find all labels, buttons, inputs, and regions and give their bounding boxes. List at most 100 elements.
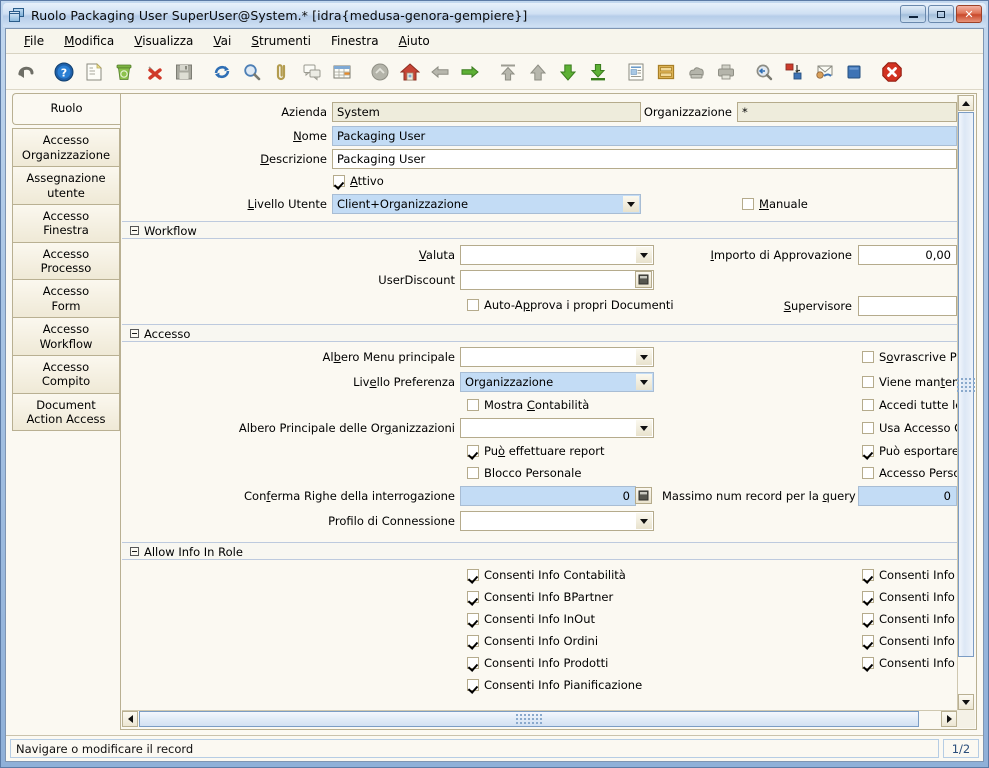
- chevron-down-icon[interactable]: [636, 420, 652, 436]
- delete-icon[interactable]: [110, 58, 138, 86]
- chevron-down-icon[interactable]: [636, 513, 652, 529]
- collapse-icon[interactable]: [130, 329, 139, 338]
- checkbox-blocco-personale[interactable]: Blocco Personale: [467, 466, 581, 480]
- checkbox-puo-esportare[interactable]: Può esportare: [862, 444, 957, 458]
- undo-icon[interactable]: [12, 58, 40, 86]
- refresh-icon[interactable]: [208, 58, 236, 86]
- print-preview-icon[interactable]: [682, 58, 710, 86]
- field-albero-menu[interactable]: [460, 347, 654, 367]
- help-icon[interactable]: ?: [50, 58, 78, 86]
- scroll-right-button[interactable]: [941, 711, 957, 727]
- next-record-icon[interactable]: [554, 58, 582, 86]
- checkbox-auto-approva[interactable]: Auto-Approva i propri Documenti: [467, 298, 674, 312]
- checkbox-consenti-info-risorse[interactable]: Consenti Info Risorse: [862, 656, 957, 670]
- group-header-accesso[interactable]: Accesso: [122, 324, 957, 342]
- sidebar-tab-ruolo[interactable]: Ruolo: [12, 93, 120, 126]
- menu-visualizza[interactable]: Visualizza: [124, 31, 203, 51]
- menu-file[interactable]: File: [14, 31, 54, 51]
- collapse-icon[interactable]: [130, 226, 139, 235]
- sidebar-tab-accesso-processo[interactable]: Accesso Processo: [12, 241, 120, 280]
- checkbox-attivo[interactable]: Attivo: [333, 174, 384, 188]
- close-button[interactable]: ✕: [956, 5, 982, 23]
- find-icon[interactable]: [238, 58, 266, 86]
- field-organizzazione[interactable]: *: [737, 102, 957, 122]
- field-descrizione[interactable]: Packaging User: [332, 149, 957, 169]
- checkbox-consenti-info-bpartner[interactable]: Consenti Info BPartner: [467, 590, 613, 604]
- lookup-button[interactable]: [635, 271, 652, 288]
- checkbox-consenti-info-inout[interactable]: Consenti Info InOut: [467, 612, 595, 626]
- sidebar-tab-accesso-workflow[interactable]: Accesso Workflow: [12, 317, 120, 355]
- checkbox-usa-accesso-organizzazione[interactable]: Usa Accesso Organizzazione dell'Uter: [862, 421, 957, 435]
- save-icon[interactable]: [170, 58, 198, 86]
- checkbox-accesso-personale[interactable]: Accesso Personale: [862, 466, 957, 480]
- checkbox-puo-effettuare-report[interactable]: Può effettuare report: [467, 444, 605, 458]
- checkbox-consenti-info-asset[interactable]: Consenti Info Asset: [862, 568, 957, 582]
- chevron-down-icon[interactable]: [636, 349, 652, 365]
- checkbox-consenti-info-prodotti[interactable]: Consenti Info Prodotti: [467, 656, 608, 670]
- field-importo-approvazione[interactable]: 0,00: [858, 245, 957, 265]
- chevron-down-icon[interactable]: [636, 374, 652, 390]
- previous-record-icon[interactable]: [524, 58, 552, 86]
- field-livello-preferenza[interactable]: Organizzazione: [460, 372, 654, 392]
- home-icon[interactable]: [396, 58, 424, 86]
- field-livello-utente[interactable]: Client+Organizzazione: [332, 194, 641, 214]
- form-horizontal-scrollbar[interactable]: [122, 710, 957, 728]
- field-supervisore[interactable]: [858, 296, 957, 316]
- checkbox-log-modifiche[interactable]: Viene mantenuto il Log delle modifich: [862, 375, 957, 389]
- checkbox-sovrascrive-prezzo-limite[interactable]: Sovrascrive Prezzo Limite: [862, 350, 957, 364]
- checkbox-consenti-info-contabilita[interactable]: Consenti Info Contabilità: [467, 568, 626, 582]
- maximize-button[interactable]: [928, 5, 954, 23]
- field-massimo-num-record[interactable]: 0: [858, 486, 957, 506]
- calculator-button[interactable]: [635, 487, 652, 504]
- scroll-up-button[interactable]: [958, 95, 974, 111]
- active-workflow-icon[interactable]: [780, 58, 808, 86]
- arrow-left-icon[interactable]: [426, 58, 454, 86]
- chevron-down-icon[interactable]: [623, 196, 639, 212]
- vertical-scroll-thumb[interactable]: [957, 112, 975, 657]
- sidebar-tab-accesso-finestra[interactable]: Accesso Finestra: [12, 203, 120, 242]
- menu-modifica[interactable]: Modifica: [54, 31, 124, 51]
- checkbox-consenti-info-pagamenti[interactable]: Consenti Info Pagamenti: [862, 634, 957, 648]
- request-icon[interactable]: [810, 58, 838, 86]
- attachment-icon[interactable]: [268, 58, 296, 86]
- field-userdiscount[interactable]: [460, 270, 654, 290]
- exit-icon[interactable]: [878, 58, 906, 86]
- collapse-icon[interactable]: [130, 547, 139, 556]
- new-record-icon[interactable]: [80, 58, 108, 86]
- sidebar-tab-accesso-form[interactable]: Accesso Form: [12, 279, 120, 318]
- sidebar-tab-document-action-access[interactable]: Document Action Access: [12, 392, 120, 432]
- print-icon[interactable]: [712, 58, 740, 86]
- checkbox-accedi-tutte-organizzazioni[interactable]: Accedi tutte le Organizzazioni: [862, 398, 957, 412]
- sidebar-tab-assegnazione-utente[interactable]: Assegnazione utente: [12, 166, 120, 204]
- field-albero-principale[interactable]: [460, 418, 654, 438]
- sidebar-tab-accesso-compito[interactable]: Accesso Compito: [12, 354, 120, 393]
- checkbox-consenti-info-giornale-cassa[interactable]: Consenti Info Giornale Cassa: [862, 590, 957, 604]
- chevron-down-icon[interactable]: [636, 247, 652, 263]
- checkbox-consenti-info-fatture[interactable]: Consenti Info Fatture: [862, 612, 957, 626]
- field-conferma-righe[interactable]: 0: [460, 486, 636, 506]
- first-record-icon[interactable]: [494, 58, 522, 86]
- chat-icon[interactable]: [298, 58, 326, 86]
- report-icon[interactable]: [622, 58, 650, 86]
- field-nome[interactable]: Packaging User: [332, 126, 957, 146]
- field-valuta[interactable]: [460, 245, 654, 265]
- scroll-down-button[interactable]: [958, 694, 974, 710]
- checkbox-manuale[interactable]: Manuale: [742, 197, 808, 211]
- group-header-allow-info-in-role[interactable]: Allow Info In Role: [122, 542, 957, 560]
- checkbox-mostra-contabilita[interactable]: Mostra Contabilità: [467, 398, 589, 412]
- horizontal-scroll-thumb[interactable]: [139, 711, 919, 727]
- arrow-right-icon[interactable]: [456, 58, 484, 86]
- field-profilo-connessione[interactable]: [460, 511, 654, 531]
- minimize-button[interactable]: [900, 5, 926, 23]
- zoom-back-icon[interactable]: [750, 58, 778, 86]
- last-record-icon[interactable]: [584, 58, 612, 86]
- archive-icon[interactable]: [652, 58, 680, 86]
- history-icon[interactable]: [366, 58, 394, 86]
- form-vertical-scrollbar[interactable]: [957, 95, 975, 710]
- checkbox-consenti-info-ordini[interactable]: Consenti Info Ordini: [467, 634, 598, 648]
- checkbox-consenti-info-pianificazione[interactable]: Consenti Info Pianificazione: [467, 678, 642, 692]
- menu-finestra[interactable]: Finestra: [321, 31, 389, 51]
- scroll-left-button[interactable]: [122, 711, 138, 727]
- delete-selection-icon[interactable]: [140, 58, 168, 86]
- menu-strumenti[interactable]: Strumenti: [241, 31, 321, 51]
